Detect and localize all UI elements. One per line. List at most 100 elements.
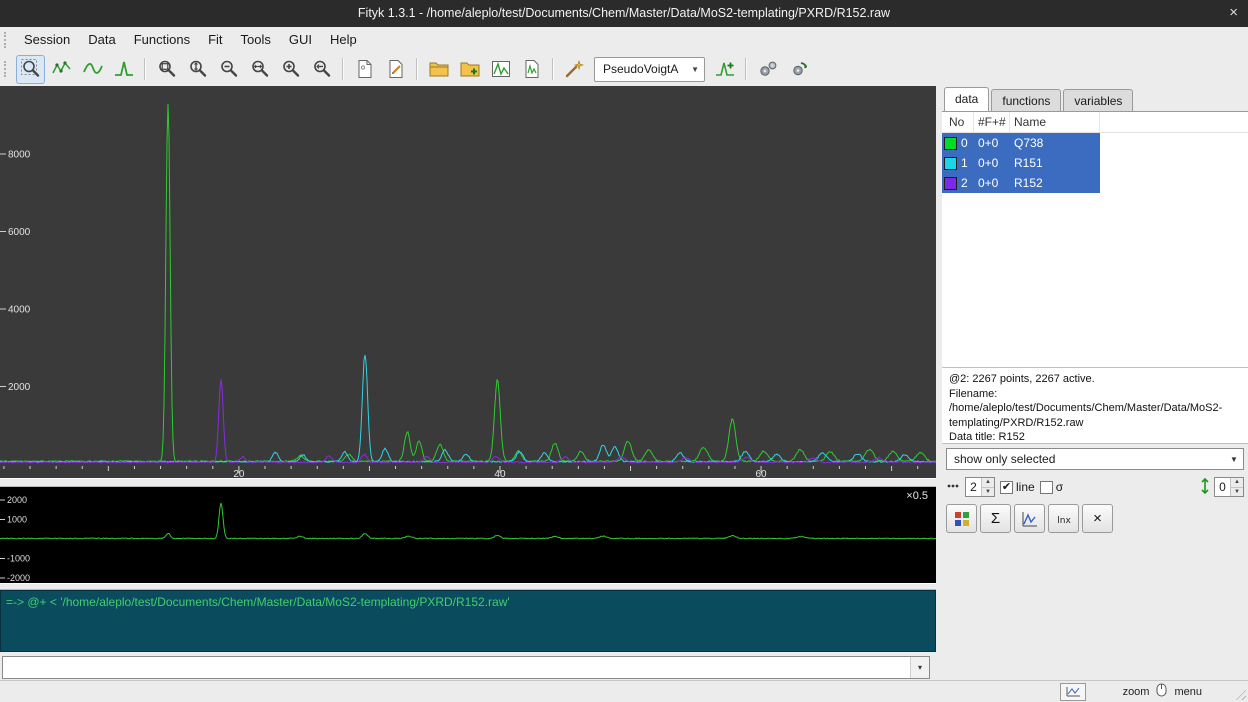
- fit-undo-icon[interactable]: [784, 55, 813, 84]
- line-label: line: [1016, 480, 1035, 494]
- colors-button[interactable]: [946, 504, 977, 533]
- edit-script-icon[interactable]: [381, 55, 410, 84]
- range-mode-icon[interactable]: [47, 55, 76, 84]
- dataset-color-swatch[interactable]: [944, 177, 957, 190]
- console-splitter[interactable]: [0, 583, 936, 590]
- menu-session[interactable]: Session: [15, 27, 79, 52]
- function-type-select[interactable]: PseudoVoigtA▼: [594, 57, 705, 82]
- sidebar: datafunctionsvariables No#F+#Name 00+0Q7…: [942, 86, 1248, 680]
- line-checkbox[interactable]: ✔: [1000, 481, 1013, 494]
- point-size-icon: [946, 479, 960, 496]
- command-combo: ▾: [2, 656, 930, 679]
- x-tick-label: 20: [233, 469, 245, 478]
- aux-y-tick-label: -1000: [7, 554, 30, 564]
- tab-functions[interactable]: functions: [991, 89, 1061, 111]
- zoom-vertical-icon[interactable]: [183, 55, 212, 84]
- add-function-icon[interactable]: [710, 55, 739, 84]
- menu-data[interactable]: Data: [79, 27, 124, 52]
- zoom-hint-label: zoom: [1123, 686, 1150, 698]
- dataset-name: R151: [1010, 156, 1100, 170]
- menubar-drag-handle[interactable]: [4, 32, 10, 48]
- toolbar: PseudoVoigtA▼: [0, 52, 1248, 87]
- data-editor-icon[interactable]: [517, 55, 546, 84]
- toolbar-separator: [144, 58, 146, 80]
- x-tick-label: 40: [494, 469, 506, 478]
- delete-dataset-button[interactable]: ×: [1082, 504, 1113, 533]
- dataset-color-swatch[interactable]: [944, 137, 957, 150]
- dataset-row[interactable]: 00+0Q738: [942, 133, 1100, 153]
- shift-arrows[interactable]: ▲▼: [1230, 478, 1243, 496]
- y-tick-label: 2000: [8, 382, 31, 393]
- main-plot[interactable]: 2040602000400060008000: [0, 86, 936, 478]
- line-toggle[interactable]: ✔ line: [1000, 480, 1035, 494]
- sigma-toggle[interactable]: σ: [1040, 480, 1063, 494]
- close-icon[interactable]: ×: [1229, 0, 1238, 26]
- column-header-f[interactable]: #F+#: [974, 112, 1010, 132]
- window-title: Fityk 1.3.1 - /home/aleplo/test/Document…: [0, 0, 1248, 27]
- dataset-buttons: Σlnx×: [946, 504, 1113, 533]
- sigma-checkbox[interactable]: [1040, 481, 1053, 494]
- coordinates-format-button[interactable]: [1060, 683, 1086, 701]
- zoom-horizontal-icon[interactable]: [245, 55, 274, 84]
- column-header-name[interactable]: Name: [1010, 112, 1100, 132]
- dataset-color-cell: 1: [942, 156, 974, 170]
- data-transform-icon[interactable]: [560, 55, 589, 84]
- dataset-counts: 0+0: [974, 176, 1010, 190]
- open-data-icon[interactable]: [424, 55, 453, 84]
- tab-variables[interactable]: variables: [1063, 89, 1133, 111]
- y-tick-label: 4000: [8, 305, 31, 316]
- dataset-counts: 0+0: [974, 136, 1010, 150]
- dataset-color-cell: 2: [942, 176, 974, 190]
- dataset-row[interactable]: 20+0R152: [942, 173, 1100, 193]
- show-filter-select[interactable]: show only selected ▼: [946, 448, 1244, 470]
- add-peak-mode-icon[interactable]: [109, 55, 138, 84]
- menu-gui[interactable]: GUI: [280, 27, 321, 52]
- command-input[interactable]: [3, 657, 910, 678]
- shift-stepper[interactable]: 0 ▲▼: [1214, 477, 1244, 497]
- zoom-mode-icon[interactable]: [16, 55, 45, 84]
- dataset-color-swatch[interactable]: [944, 157, 957, 170]
- tab-data[interactable]: data: [944, 87, 989, 111]
- export-plot-icon[interactable]: [486, 55, 515, 84]
- zoom-in-icon[interactable]: [276, 55, 305, 84]
- output-console[interactable]: 2267 points. No explicit std. dev. Set a…: [0, 590, 936, 652]
- toolbar-separator: [416, 58, 418, 80]
- dataset-color-cell: 0: [942, 136, 974, 150]
- point-size-stepper[interactable]: 2 ▲▼: [965, 477, 995, 497]
- zoom-out-icon[interactable]: [214, 55, 243, 84]
- x-tick-label: 60: [756, 469, 768, 478]
- point-size-arrows[interactable]: ▲▼: [981, 478, 994, 496]
- menu-tools[interactable]: Tools: [232, 27, 280, 52]
- resize-grip[interactable]: [1233, 687, 1246, 700]
- baseline-mode-icon[interactable]: [78, 55, 107, 84]
- menu-functions[interactable]: Functions: [125, 27, 199, 52]
- fit-run-icon[interactable]: [753, 55, 782, 84]
- aux-y-tick-label: -2000: [7, 573, 30, 583]
- data-panel: No#F+#Name 00+0Q73810+0R15120+0R152 @2: …: [942, 111, 1248, 680]
- menu-items: SessionDataFunctionsFitToolsGUIHelp: [15, 27, 366, 52]
- data-ops-button[interactable]: [1014, 504, 1045, 533]
- zoom-all-icon[interactable]: [152, 55, 181, 84]
- column-header-no[interactable]: No: [942, 112, 974, 132]
- sum-button[interactable]: Σ: [980, 504, 1011, 533]
- plot-splitter[interactable]: [0, 478, 936, 487]
- sidebar-tabs: datafunctionsvariables: [942, 86, 1248, 111]
- mouse-icon: [1156, 683, 1167, 700]
- chevron-down-icon[interactable]: ▾: [910, 657, 929, 678]
- new-session-icon[interactable]: [350, 55, 379, 84]
- y-tick-label: 8000: [8, 150, 31, 161]
- menubar: SessionDataFunctionsFitToolsGUIHelp: [0, 27, 1248, 53]
- aux-plot[interactable]: 20001000-1000-2000 ×0.5: [0, 487, 936, 583]
- menu-hint-label: menu: [1174, 686, 1202, 698]
- show-filter-value: show only selected: [954, 452, 1055, 466]
- toolbar-drag-handle[interactable]: [4, 61, 10, 77]
- menu-help[interactable]: Help: [321, 27, 366, 52]
- series-R152: [0, 379, 936, 463]
- dataset-info: @2: 2267 points, 2267 active.Filename: /…: [942, 368, 1248, 444]
- sigma-label: σ: [1056, 480, 1063, 494]
- menu-fit[interactable]: Fit: [199, 27, 231, 52]
- zoom-previous-icon[interactable]: [307, 55, 336, 84]
- dataset-row[interactable]: 10+0R151: [942, 153, 1100, 173]
- append-data-icon[interactable]: [455, 55, 484, 84]
- ln-button[interactable]: lnx: [1048, 504, 1079, 533]
